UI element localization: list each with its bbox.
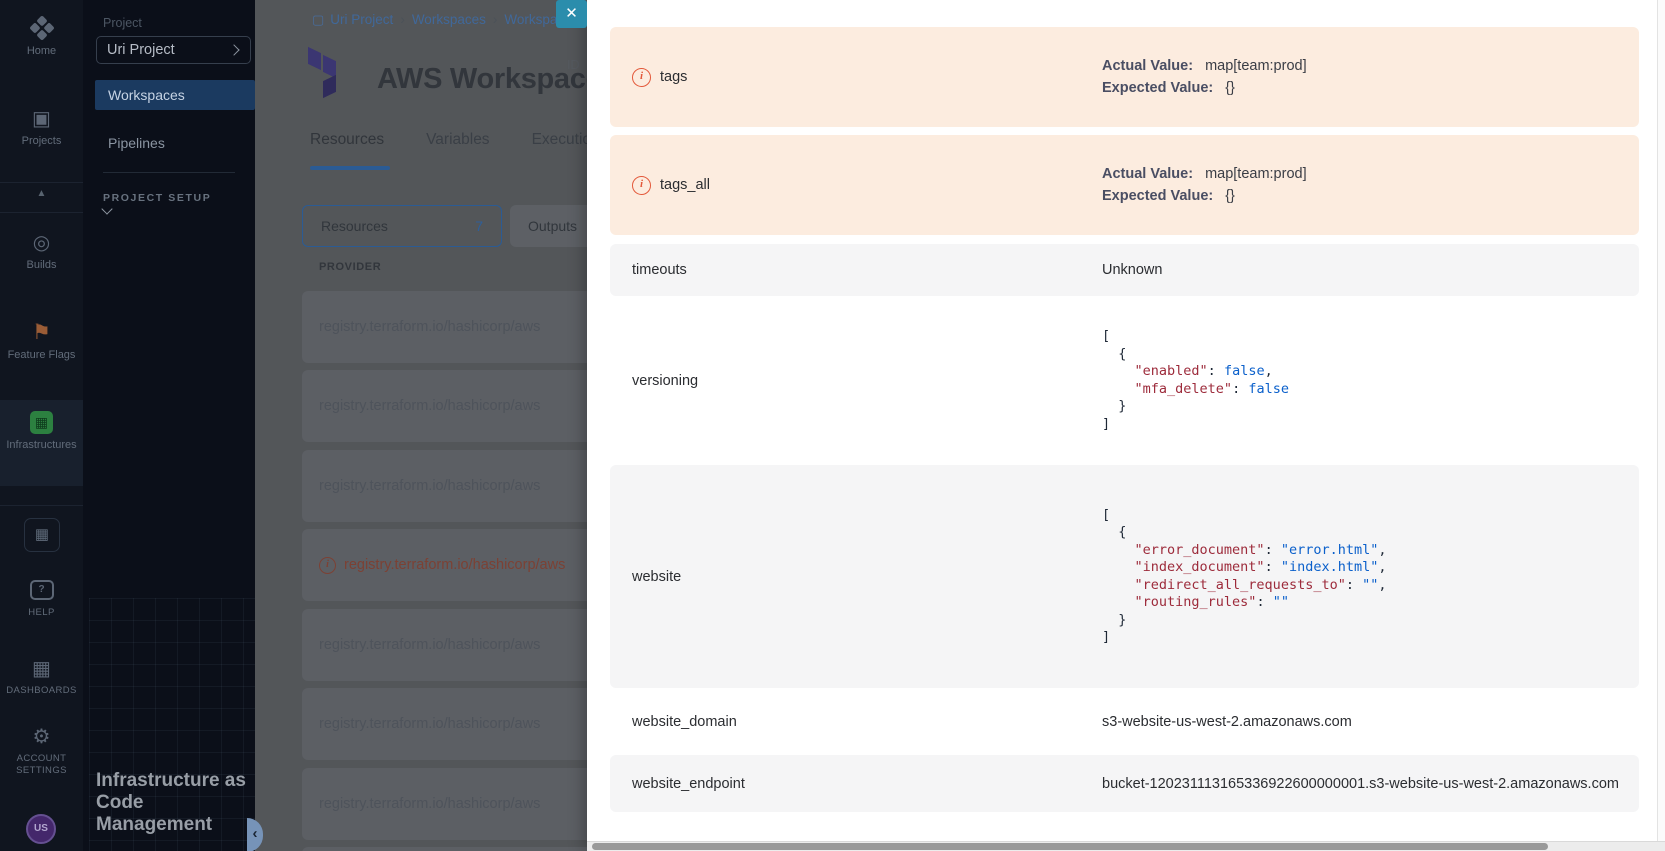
attribute-value: Unknown bbox=[1102, 262, 1639, 278]
expected-value-label: Expected Value: bbox=[1102, 80, 1213, 96]
attribute-name: versioning bbox=[632, 373, 698, 389]
expected-value: {} bbox=[1225, 188, 1235, 204]
attribute-value: [ { "enabled": false, "mfa_delete": fals… bbox=[1102, 328, 1639, 433]
actual-value: map[team:prod] bbox=[1205, 166, 1307, 182]
attribute-name: tags bbox=[660, 69, 687, 85]
drift-details-drawer: itagsActual Value:map[team:prod]Expected… bbox=[587, 0, 1665, 851]
attribute-value: [ { "error_document": "error.html", "ind… bbox=[1102, 507, 1639, 647]
expected-value: {} bbox=[1225, 80, 1235, 96]
attribute-row-timeouts: timeouts Unknown bbox=[610, 244, 1639, 296]
drawer-backdrop[interactable] bbox=[0, 0, 587, 851]
horizontal-scrollbar-thumb[interactable] bbox=[592, 843, 1548, 850]
drawer-close-button[interactable]: ✕ bbox=[556, 0, 587, 28]
json-code-block: [ { "error_document": "error.html", "ind… bbox=[1102, 507, 1639, 647]
attribute-row-versioning: versioning [ { "enabled": false, "mfa_del… bbox=[610, 296, 1639, 465]
attribute-value: Actual Value: map[team:prod] Expected Valu… bbox=[1102, 161, 1639, 210]
json-code-block: [ { "enabled": false, "mfa_delete": fals… bbox=[1102, 328, 1639, 433]
attribute-row-tags_all: i tags_all Actual Value: map[team:prod] Expe… bbox=[610, 135, 1639, 235]
attribute-name: tags_all bbox=[660, 177, 710, 193]
attribute-value: s3-website-us-west-2.amazonaws.com bbox=[1102, 714, 1639, 730]
attribute-row-website_endpoint: website_endpoint bucket-12023111316533692… bbox=[610, 755, 1639, 812]
attribute-name: website_domain bbox=[632, 714, 737, 730]
actual-value-label: Actual Value: bbox=[1102, 58, 1193, 74]
attribute-name: website bbox=[632, 569, 681, 585]
attribute-name: website_endpoint bbox=[632, 776, 745, 792]
attribute-value: bucket-120231113165336922600000001.s3-we… bbox=[1102, 776, 1639, 792]
drift-warning-icon: i bbox=[632, 68, 651, 87]
actual-value-label: Actual Value: bbox=[1102, 166, 1193, 182]
attribute-value: Actual Value: map[team:prod] Expected Valu… bbox=[1102, 53, 1639, 102]
screen: Home▣Projects◎Builds⚑Feature Flags▦Infra… bbox=[0, 0, 1665, 851]
attribute-row-website_domain: website_domain s3-website-us-west-2.amazo… bbox=[610, 688, 1639, 755]
actual-value: map[team:prod] bbox=[1205, 58, 1307, 74]
drift-warning-icon: i bbox=[632, 176, 651, 195]
horizontal-scrollbar[interactable] bbox=[587, 841, 1665, 851]
attribute-name: timeouts bbox=[632, 262, 687, 278]
vertical-scrollbar[interactable] bbox=[1657, 0, 1665, 851]
expected-value-label: Expected Value: bbox=[1102, 188, 1213, 204]
attribute-row-tags: itags Actual Value: map[team:prod] Expected… bbox=[610, 27, 1639, 127]
attribute-row-website: website [ { "error_document": "error.html… bbox=[610, 465, 1639, 688]
